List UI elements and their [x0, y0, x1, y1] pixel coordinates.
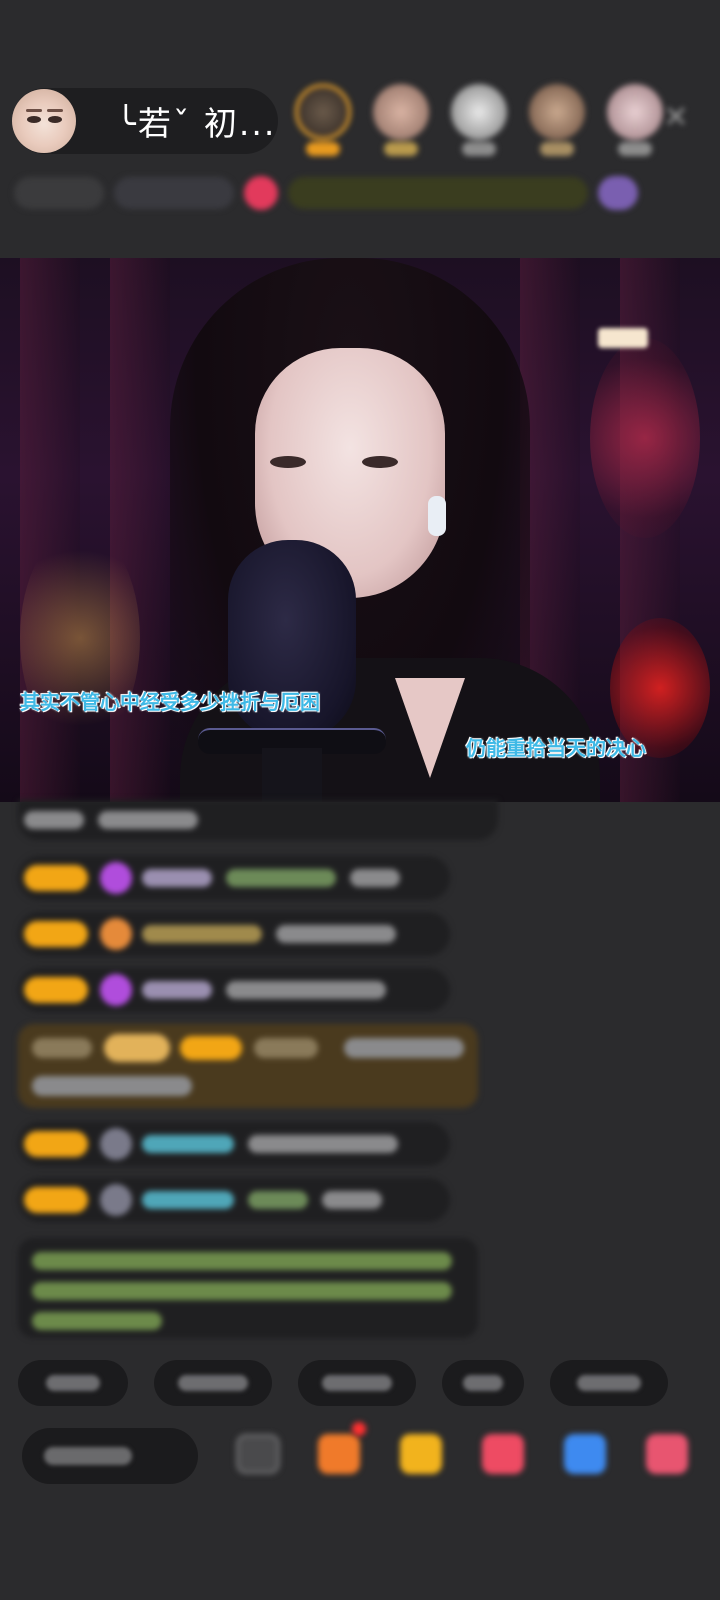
fan-badge-icon	[100, 974, 132, 1006]
quick-reply-row	[18, 1360, 668, 1406]
viewer-avatar[interactable]	[524, 84, 590, 156]
gift-icon[interactable]	[244, 176, 278, 210]
emoji-icon[interactable]	[236, 1434, 280, 1474]
close-icon[interactable]: ✕	[658, 100, 694, 136]
quick-reply-pill[interactable]	[154, 1360, 272, 1406]
quick-reply-pill[interactable]	[298, 1360, 416, 1406]
chat-highlight-message[interactable]	[18, 1024, 478, 1108]
host-name: ╰若ˇ 初...	[116, 104, 277, 143]
quick-reply-pill[interactable]	[18, 1360, 128, 1406]
badge-icon[interactable]	[598, 176, 638, 210]
chat-message[interactable]	[18, 856, 450, 900]
fan-badge-icon	[100, 862, 132, 894]
chat-message[interactable]	[18, 912, 450, 956]
quick-reply-pill[interactable]	[550, 1360, 668, 1406]
rank-chip[interactable]	[14, 177, 104, 209]
system-notice-message	[18, 1238, 478, 1338]
game-icon[interactable]	[564, 1434, 606, 1474]
announcement-chip[interactable]	[288, 177, 588, 209]
host-avatar[interactable]	[12, 89, 76, 153]
fan-club-icon[interactable]	[400, 1434, 442, 1474]
viewer-avatar[interactable]	[446, 84, 512, 156]
viewer-avatar[interactable]	[290, 84, 356, 156]
room-info-bar	[14, 170, 694, 216]
lyric-subtitle-right: 仍能重拾当天的决心	[466, 736, 646, 760]
notification-dot	[352, 1422, 366, 1436]
level-badge	[24, 865, 88, 891]
host-profile-pill[interactable]: ╰若ˇ 初...	[12, 88, 278, 154]
bottom-action-bar	[0, 1420, 720, 1490]
fan-badge-icon	[100, 1184, 132, 1216]
lyric-subtitle-left: 其实不管心中经受多少挫折与厄困	[20, 690, 320, 714]
gift-box-icon[interactable]	[482, 1434, 524, 1474]
gift-icon[interactable]	[646, 1434, 688, 1474]
chat-message[interactable]	[18, 968, 450, 1012]
level-badge	[24, 977, 88, 1003]
level-badge	[24, 1131, 88, 1157]
live-video-stream[interactable]: 其实不管心中经受多少挫折与厄困 仍能重拾当天的决心	[0, 258, 720, 802]
level-badge	[24, 921, 88, 947]
viewer-avatar[interactable]	[368, 84, 434, 156]
top-viewers-list	[290, 84, 668, 156]
chat-message[interactable]	[18, 800, 498, 840]
chat-message[interactable]	[18, 1122, 450, 1166]
shop-icon[interactable]	[318, 1434, 360, 1474]
fan-badge-icon	[100, 1128, 132, 1160]
chat-input[interactable]	[22, 1428, 198, 1484]
level-badge	[24, 1187, 88, 1213]
chat-message[interactable]	[18, 1178, 450, 1222]
quick-reply-pill[interactable]	[442, 1360, 524, 1406]
popularity-chip[interactable]	[114, 177, 234, 209]
fan-badge-icon	[100, 918, 132, 950]
